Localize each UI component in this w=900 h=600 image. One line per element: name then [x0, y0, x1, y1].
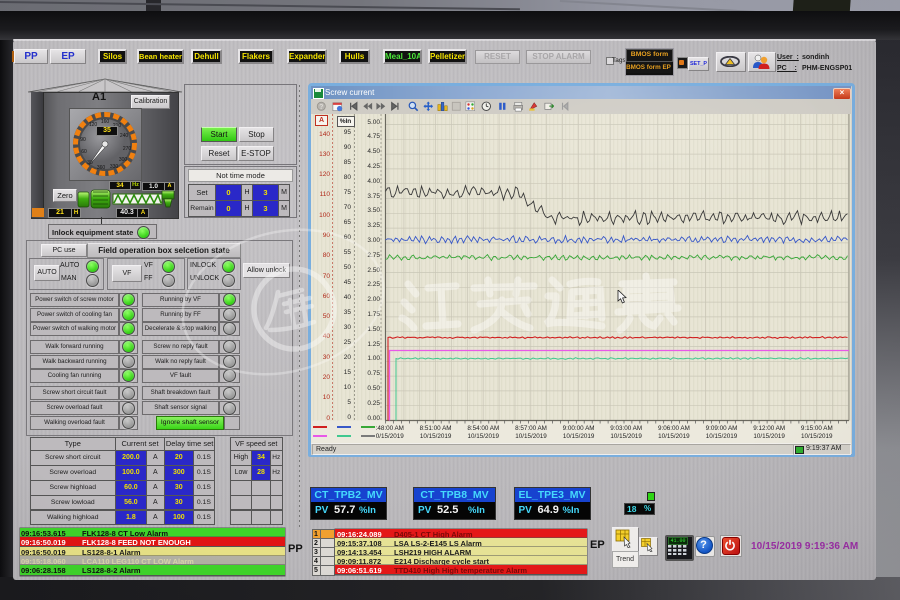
svg-text:330: 330 [110, 164, 119, 170]
svg-text:270: 270 [123, 146, 132, 152]
svg-text:160: 160 [101, 119, 110, 125]
svg-text:300: 300 [119, 157, 128, 163]
svg-text:90: 90 [80, 137, 86, 143]
svg-text:60: 60 [81, 149, 87, 155]
svg-text:360: 360 [97, 165, 106, 171]
svg-text:240: 240 [120, 133, 129, 139]
svg-text:?: ? [319, 103, 323, 110]
